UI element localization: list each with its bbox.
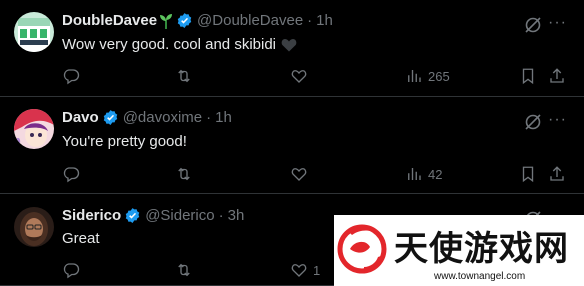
avatar[interactable]	[14, 207, 54, 247]
verified-badge-icon	[124, 207, 141, 224]
like-button[interactable]	[290, 67, 308, 85]
views-button[interactable]: 265	[405, 67, 450, 85]
reply-icon	[63, 167, 80, 183]
watermark: 天使游戏网 www.townangel.com	[334, 215, 584, 286]
sprout-icon	[159, 13, 173, 29]
watermark-logo	[337, 224, 387, 274]
reply-button[interactable]	[62, 67, 80, 85]
share-icon	[550, 68, 564, 83]
timestamp[interactable]: 3h	[228, 207, 245, 224]
verified-badge-icon	[102, 109, 119, 126]
display-name[interactable]: Siderico	[62, 207, 121, 224]
separator: ·	[206, 109, 212, 126]
reply-icon	[63, 69, 80, 85]
grok-icon[interactable]	[523, 15, 543, 35]
views-icon	[408, 70, 421, 82]
display-name[interactable]: DoubleDavee	[62, 12, 157, 29]
reply-button[interactable]	[62, 165, 80, 183]
share-button[interactable]	[548, 165, 566, 183]
heart-icon	[291, 264, 307, 277]
repost-icon	[178, 167, 190, 181]
display-name[interactable]: Davo	[62, 109, 99, 126]
heart-icon	[291, 168, 307, 181]
grok-icon[interactable]	[523, 112, 543, 132]
views-icon	[408, 168, 421, 180]
handle[interactable]: @davoxime	[123, 109, 202, 126]
repost-icon	[178, 69, 190, 83]
tweet-text: You're pretty good!	[62, 133, 187, 150]
views-count: 265	[428, 68, 450, 84]
timestamp[interactable]: 1h	[316, 12, 333, 29]
like-button[interactable]: 1	[290, 261, 320, 279]
more-options-icon[interactable]: ···	[548, 112, 566, 135]
watermark-url: www.townangel.com	[434, 271, 526, 282]
repost-button[interactable]	[175, 261, 193, 279]
watermark-title: 天使游戏网	[394, 229, 569, 269]
handle[interactable]: @Siderico	[145, 207, 214, 224]
separator: ·	[218, 207, 224, 224]
like-button[interactable]	[290, 165, 308, 183]
black-heart-icon	[281, 38, 297, 52]
share-button[interactable]	[548, 67, 566, 85]
reply-button[interactable]	[62, 261, 80, 279]
bookmark-icon	[522, 166, 534, 183]
tweet[interactable]: DoubleDavee @DoubleDavee · 1h Wow very g…	[0, 0, 584, 97]
repost-icon	[178, 263, 190, 277]
verified-badge-icon	[176, 12, 193, 29]
timestamp[interactable]: 1h	[215, 109, 232, 126]
tweet[interactable]: Davo @davoxime · 1h You're pretty good! …	[0, 97, 584, 194]
heart-icon	[291, 70, 307, 83]
tweet-text: Great	[62, 230, 100, 247]
views-button[interactable]: 42	[405, 165, 442, 183]
repost-button[interactable]	[175, 67, 193, 85]
bookmark-button[interactable]	[519, 165, 537, 183]
likes-count: 1	[313, 262, 321, 278]
avatar[interactable]	[14, 12, 54, 52]
repost-button[interactable]	[175, 165, 193, 183]
bookmark-icon	[522, 68, 534, 85]
share-icon	[550, 166, 564, 181]
views-count: 42	[428, 166, 443, 182]
reply-icon	[63, 263, 80, 279]
more-options-icon[interactable]: ···	[548, 15, 566, 38]
separator: ·	[307, 12, 313, 29]
bookmark-button[interactable]	[519, 67, 537, 85]
avatar[interactable]	[14, 109, 54, 149]
tweet-text: Wow very good. cool and skibidi	[62, 36, 276, 53]
handle[interactable]: @DoubleDavee	[197, 12, 303, 29]
